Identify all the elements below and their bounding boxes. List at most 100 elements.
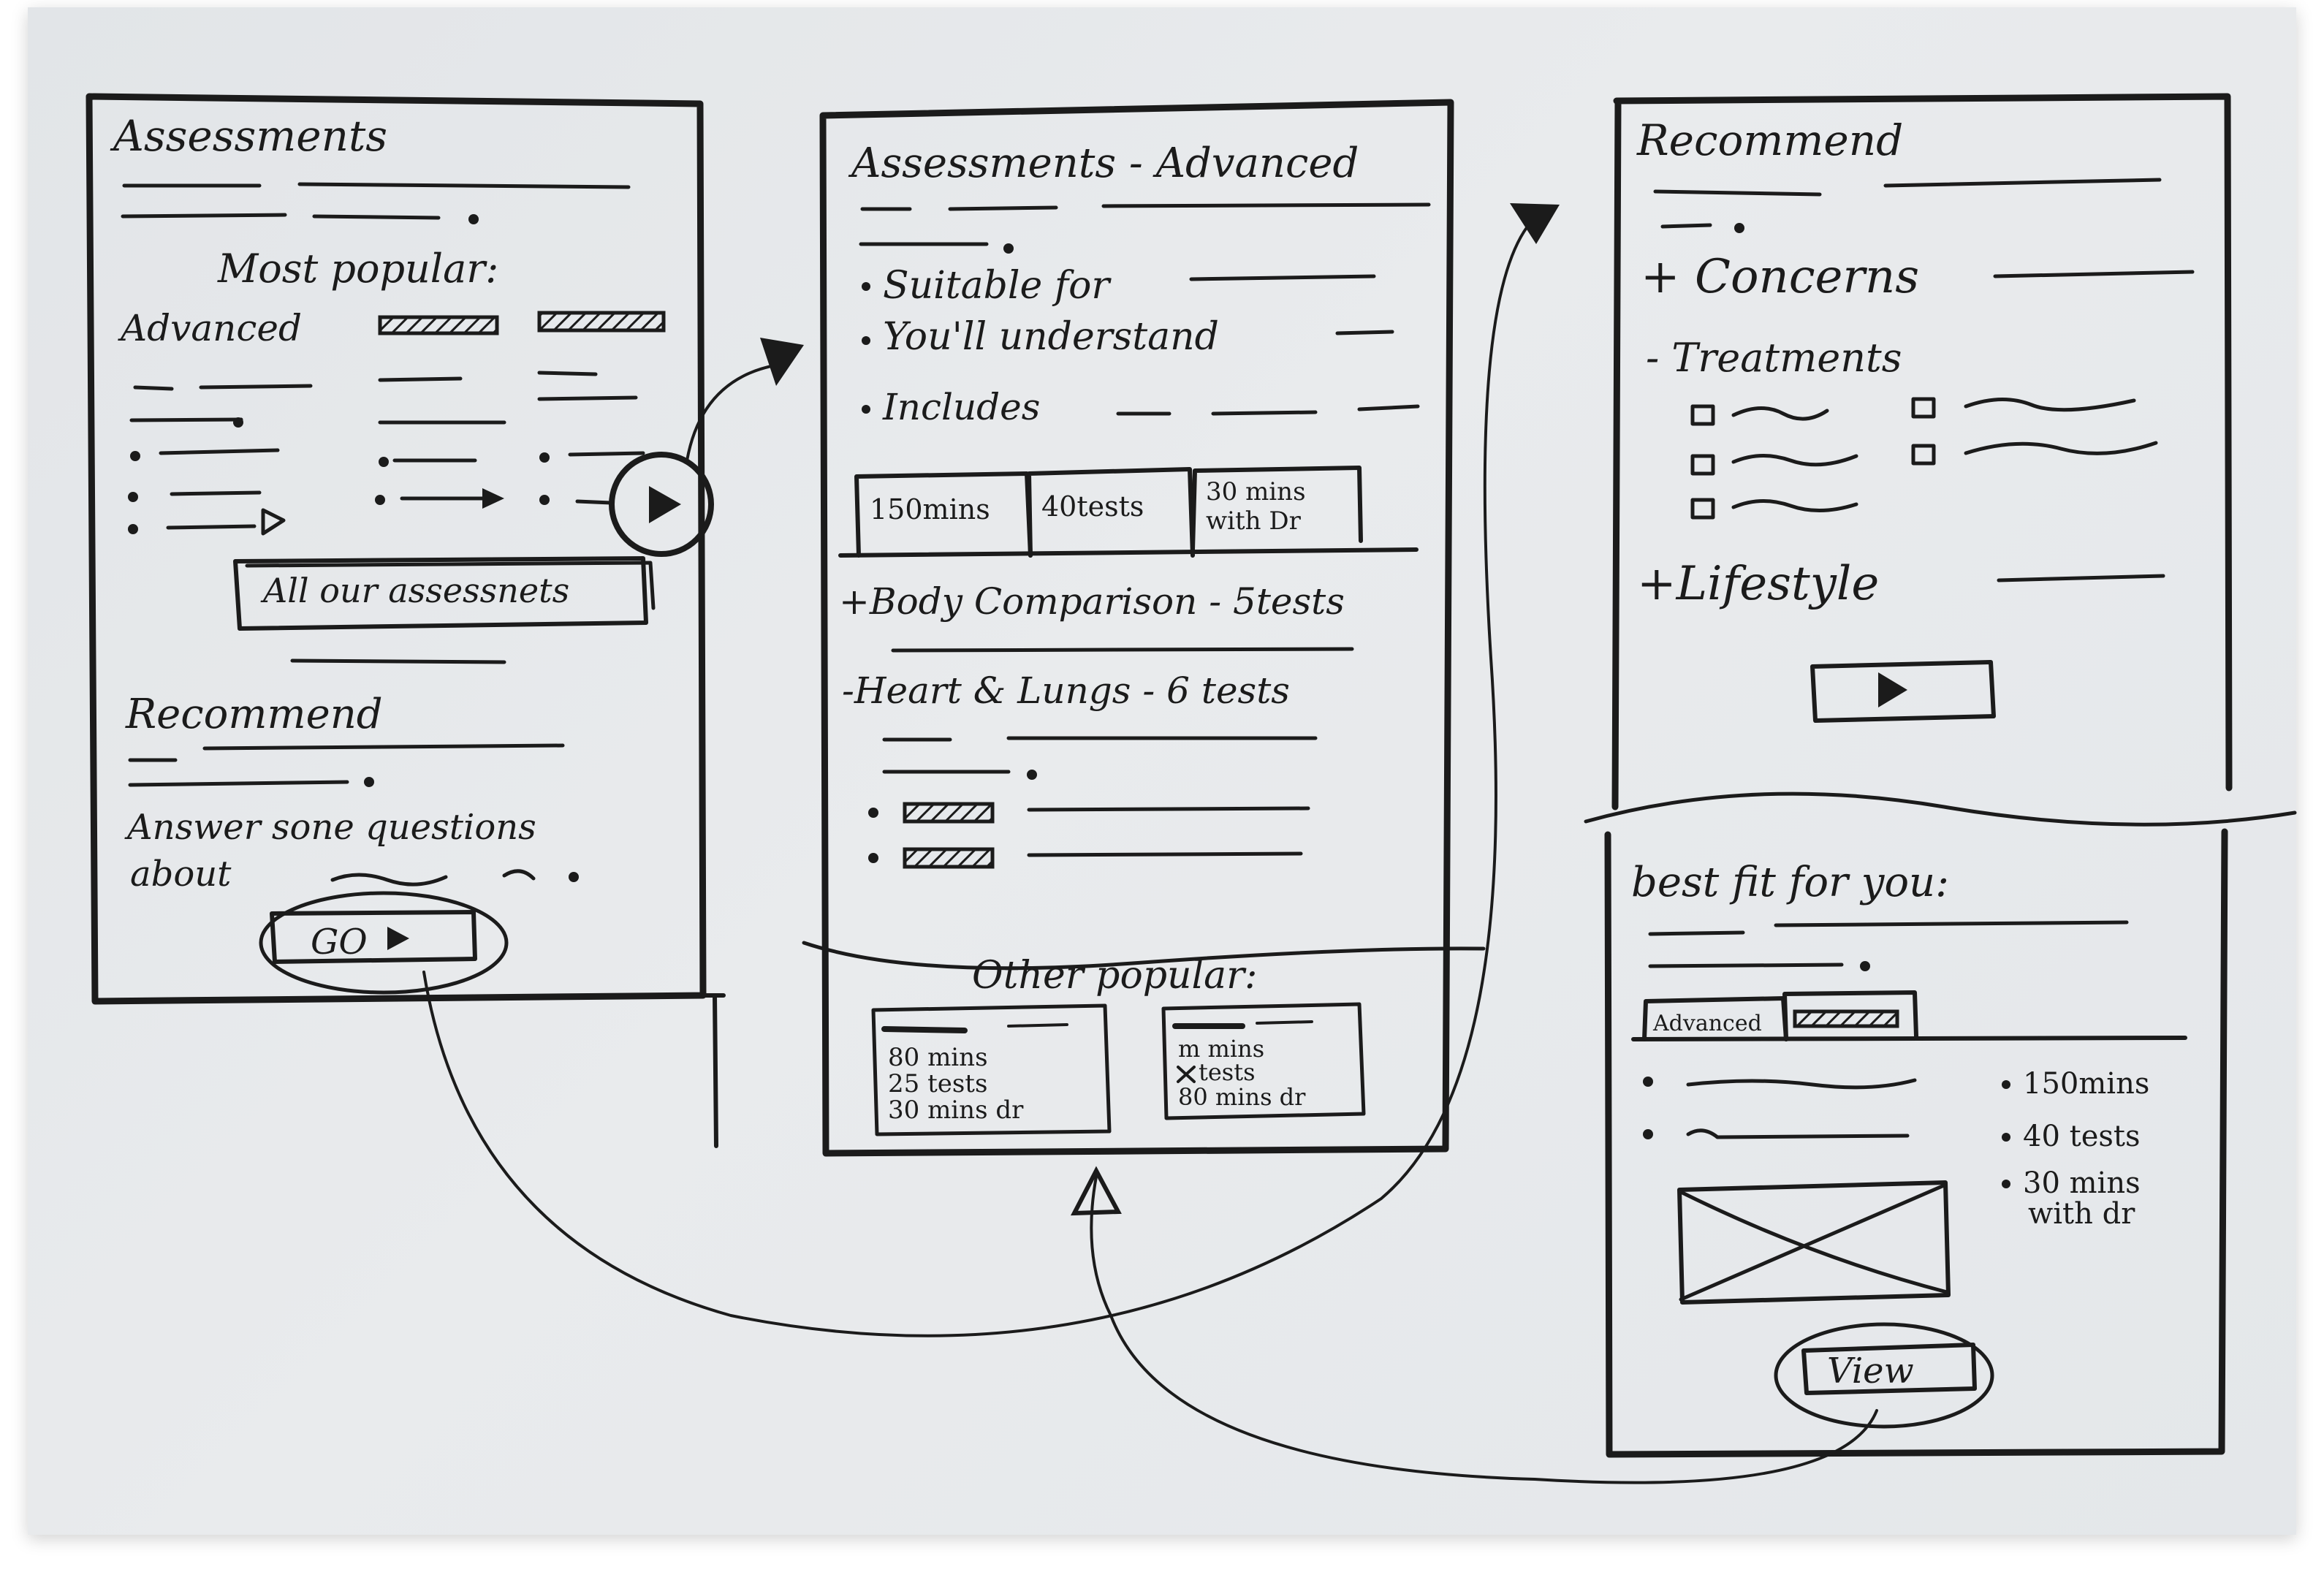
bullet (128, 492, 138, 502)
card-text-lines (129, 371, 645, 530)
card-3-title-bar (537, 311, 666, 333)
tab-title-bar (1793, 1009, 1899, 1028)
flow-arrows (422, 203, 1878, 1484)
tab-advanced-label: Advanced (1652, 1011, 1762, 1036)
connector-view-to-advanced (1090, 1175, 1878, 1484)
bullet-includes: Includes (882, 386, 1040, 428)
other-card-2-line-2: tests (1199, 1058, 1256, 1086)
placeholder-line (1256, 1020, 1313, 1025)
placeholder-lines (1653, 178, 2162, 229)
placeholder-dot (1003, 243, 1014, 254)
checkbox-icon[interactable] (1911, 444, 1936, 466)
other-popular-label: Other popular: (972, 954, 1258, 998)
bullet (539, 452, 550, 463)
placeholder-dot (1860, 961, 1870, 971)
scroll-fold-line (1584, 792, 2297, 827)
wireframe-sketch: Assessments Most popular: Advanced All o… (86, 93, 2297, 1484)
card-title-bar (881, 1026, 968, 1033)
recommend-heading: Recommend (125, 691, 383, 738)
play-icon (387, 927, 409, 950)
placeholder-dot (1027, 770, 1037, 780)
arrow-line (575, 499, 613, 505)
divider (290, 658, 506, 664)
screen-1-title: Assessments (110, 111, 387, 161)
checkbox-icon[interactable] (1690, 404, 1715, 426)
go-button-label: GO (311, 922, 368, 963)
screen-assessments-advanced: Assessments - Advanced Suitable for You'… (802, 99, 1486, 1157)
test-title-bar (903, 847, 995, 869)
placeholder-dot (468, 214, 479, 224)
screen-2-title: Assessments - Advanced (848, 140, 1359, 187)
bullet (1643, 1077, 1653, 1087)
screen-recommend: Recommend + Concerns - Treatments +Lifes… (1584, 93, 2297, 827)
stat-with-dr: with dr (2028, 1197, 2135, 1231)
card-2-title-bar (378, 315, 499, 335)
other-card-1-line-2: 25 tests (888, 1069, 987, 1098)
placeholder-dot (364, 777, 374, 787)
tab-baseline (1631, 1036, 2187, 1041)
placeholder-lines (1116, 404, 1420, 416)
squiggle-text (1686, 1128, 1910, 1139)
placeholder-lines (121, 182, 631, 220)
screen-3-title: Recommend (1636, 115, 1903, 165)
treatments-toggle[interactable]: - Treatments (1646, 335, 1902, 381)
bullet (539, 495, 550, 505)
other-card-2-line-3: 80 mins dr (1178, 1083, 1306, 1111)
section-heart-lungs[interactable]: -Heart & Lungs - 6 tests (842, 669, 1290, 712)
play-icon[interactable] (649, 486, 681, 523)
stat-30-mins: 30 mins (2023, 1166, 2141, 1200)
tab-30-mins-label: 30 mins (1206, 477, 1306, 506)
bullet-suitable-for: Suitable for (883, 264, 1112, 308)
section-body-comparison[interactable]: +Body Comparison - 5tests (839, 580, 1345, 623)
squiggle-text (1731, 406, 1829, 421)
bullet (862, 405, 870, 414)
screen-4-title: best fit for you: (1631, 859, 1949, 906)
bullet (862, 336, 870, 345)
bullet (375, 495, 385, 505)
checkbox-icon[interactable] (1690, 454, 1715, 476)
bullet (130, 451, 140, 461)
arrowhead-icon (1510, 203, 1560, 244)
divider (891, 647, 1354, 653)
image-placeholder-icon (1677, 1180, 1951, 1305)
placeholder-lines (1648, 920, 2129, 968)
placeholder-lines (882, 736, 1318, 774)
test-title-bar (903, 802, 995, 824)
bullet (128, 524, 138, 534)
lifestyle-toggle[interactable]: +Lifestyle (1637, 557, 1879, 611)
other-card-1-line-3: 30 mins dr (888, 1096, 1024, 1125)
bullet (2002, 1080, 2010, 1089)
placeholder-line (1027, 851, 1303, 857)
squiggle-text (1686, 1078, 1917, 1090)
checkbox-icon[interactable] (1690, 498, 1715, 520)
concerns-toggle[interactable]: + Concerns (1641, 250, 1919, 304)
bullet (2002, 1180, 2010, 1188)
stat-40-tests: 40 tests (2023, 1120, 2141, 1153)
placeholder-line (1997, 574, 2165, 582)
placeholder-dot (1734, 223, 1744, 233)
play-icon[interactable] (261, 508, 286, 536)
tab-with-dr-label: with Dr (1206, 506, 1302, 536)
squiggle-text (1731, 499, 1858, 512)
all-assessments-button-label: All our assessnets (260, 571, 569, 610)
placeholder-line (1189, 274, 1376, 281)
other-card-1-line-1: 80 mins (888, 1043, 988, 1072)
bullet (868, 808, 878, 818)
answer-text-line-1: Answer sone questions (124, 807, 536, 848)
placeholder-dot (569, 872, 579, 882)
bullet (862, 282, 870, 291)
go-button-highlight (259, 891, 509, 995)
checkbox-icon[interactable] (1911, 397, 1936, 419)
answer-text-line-2: about (130, 854, 232, 895)
view-button-label: View (1827, 1351, 1914, 1392)
screen-assessments: Assessments Most popular: Advanced All o… (86, 93, 726, 1148)
squiggle-text (1731, 454, 1858, 467)
bullet (233, 417, 243, 428)
placeholder-line (1335, 330, 1394, 335)
squiggle-text (1964, 441, 2158, 455)
advanced-card-label: Advanced (118, 307, 302, 349)
go-button[interactable] (270, 910, 477, 964)
placeholder-lines (859, 202, 1431, 246)
placeholder-line (1007, 1023, 1068, 1028)
checkbox-icon[interactable] (1177, 1066, 1196, 1083)
